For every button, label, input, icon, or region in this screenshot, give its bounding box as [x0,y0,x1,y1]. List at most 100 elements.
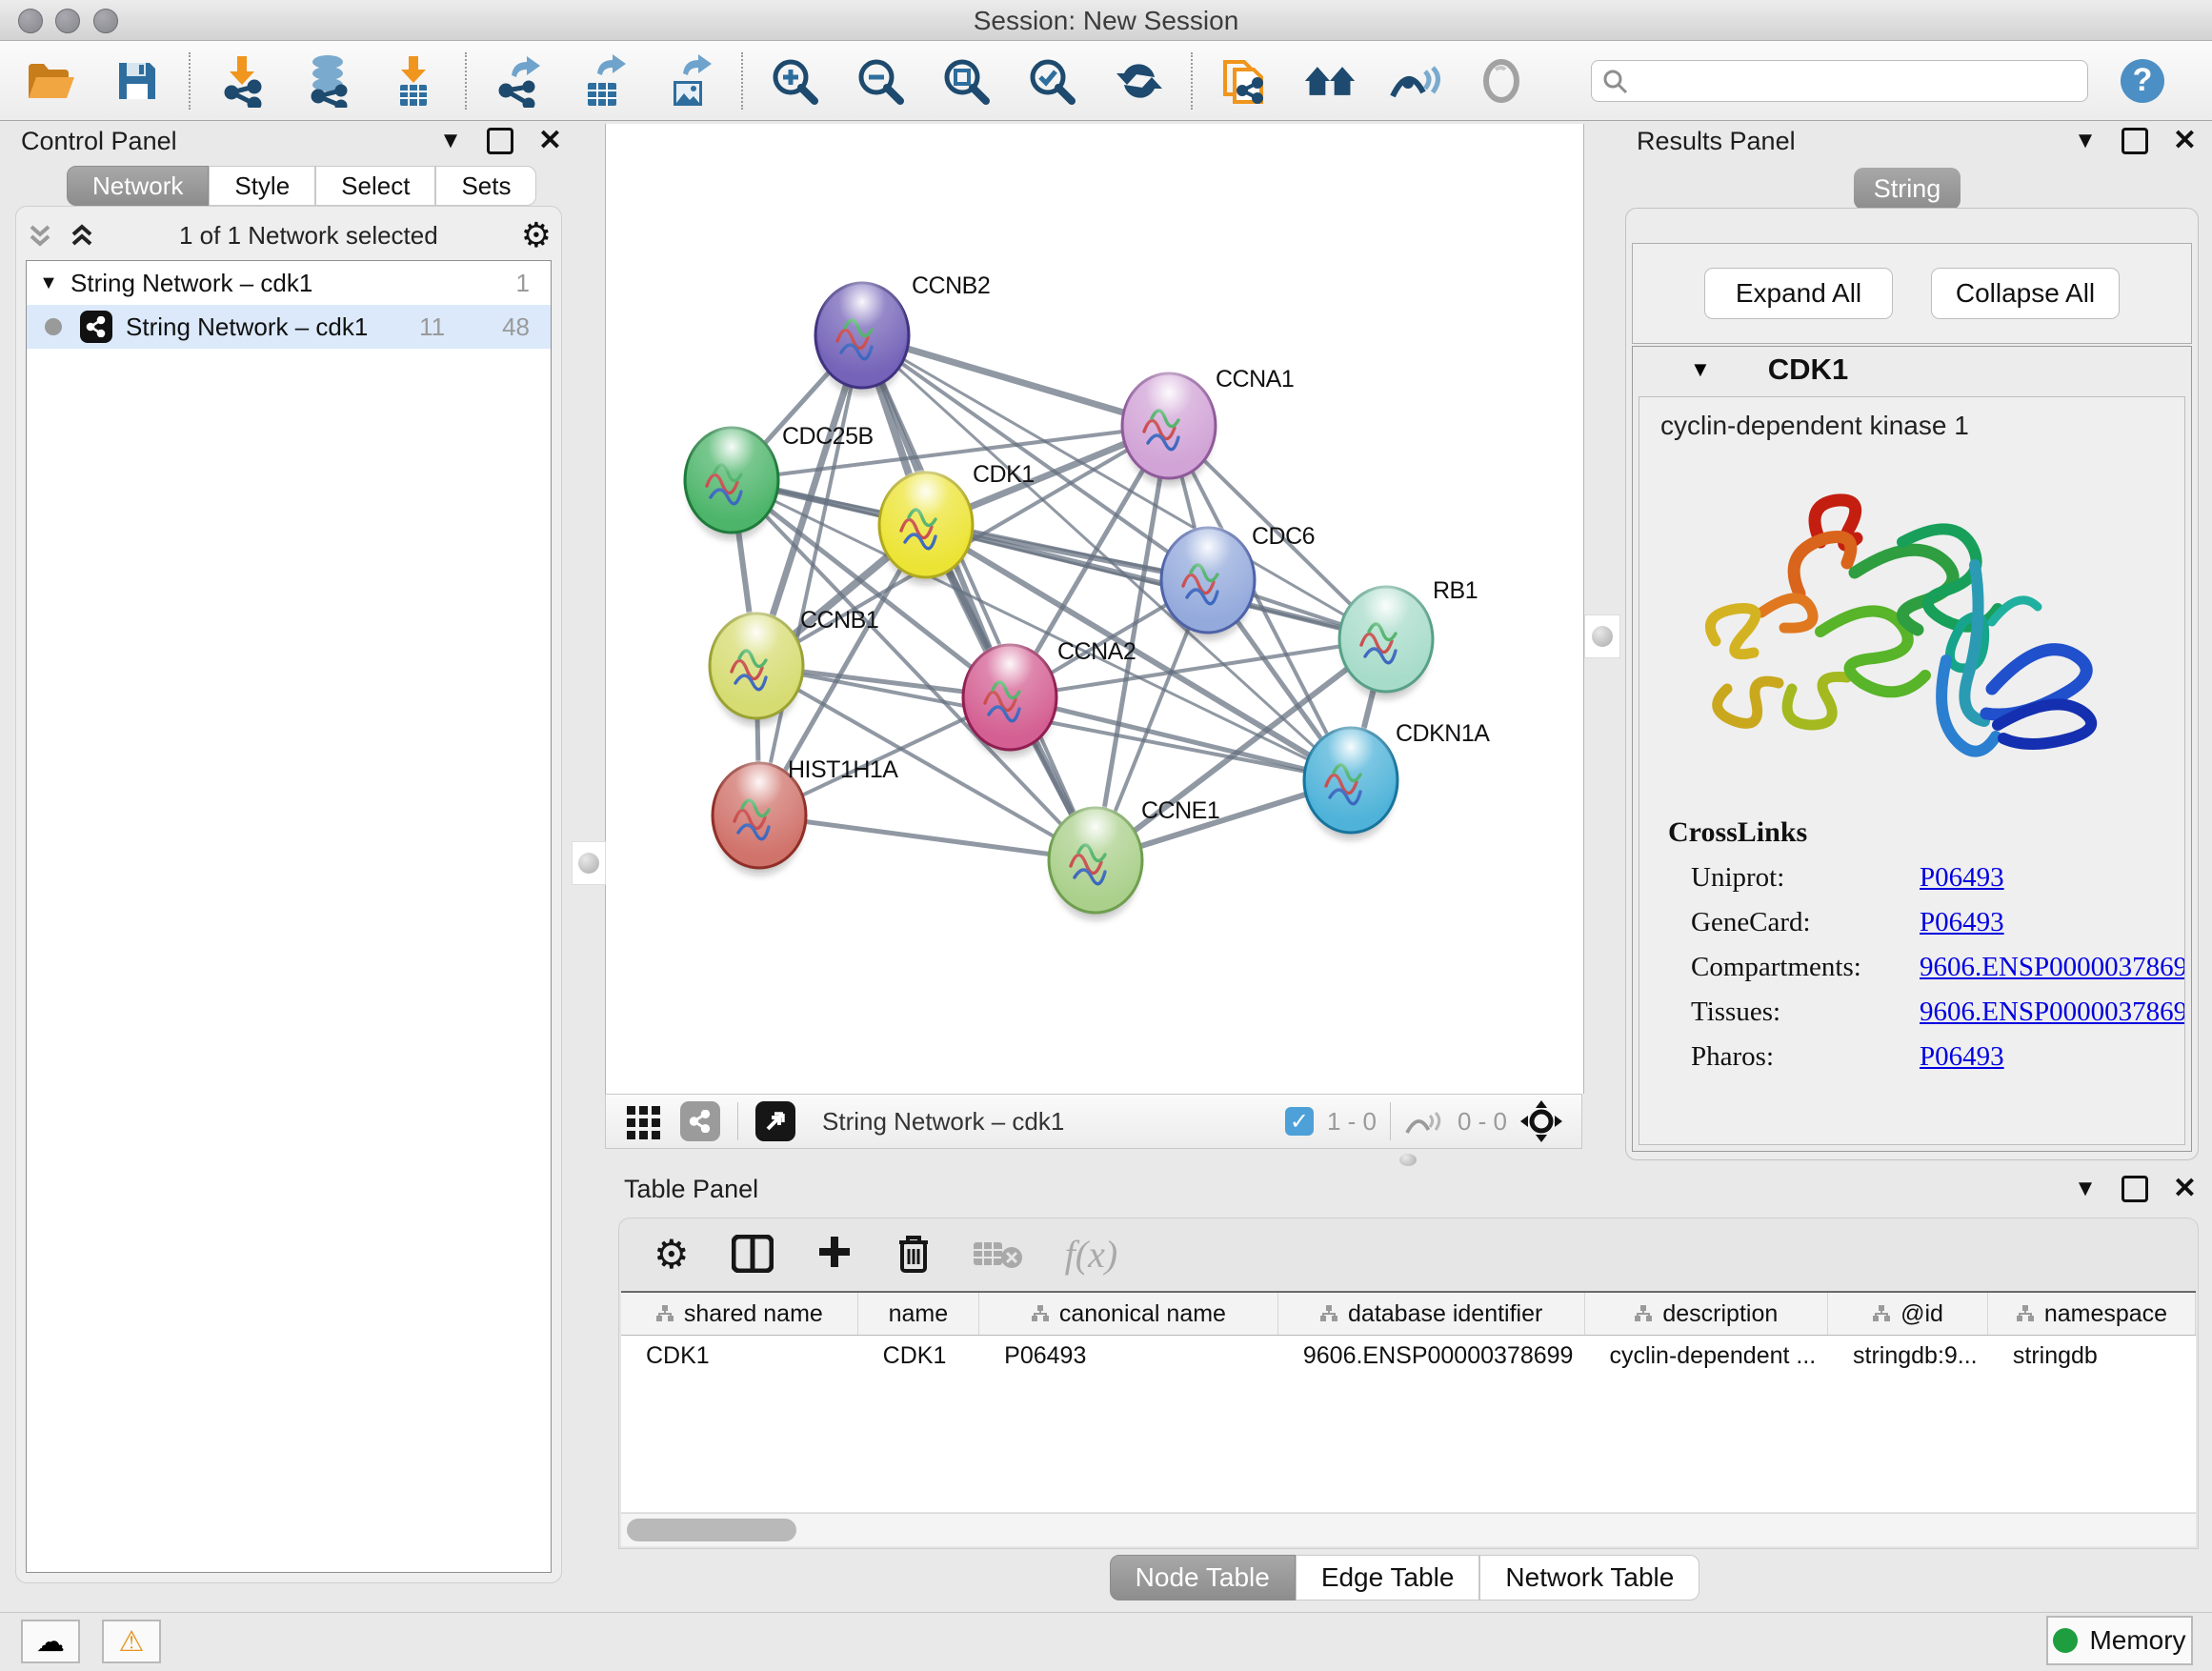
export-network-icon[interactable] [492,54,545,108]
delete-column-icon[interactable] [895,1233,932,1275]
panel-close-icon[interactable]: ✕ [2173,127,2197,155]
warnings-button[interactable]: ⚠ [102,1620,161,1663]
protein-section-expander-icon[interactable]: ▼ [1690,357,1711,382]
panel-close-icon[interactable]: ✕ [538,127,562,155]
home-icon[interactable] [1303,54,1357,108]
export-image-icon[interactable] [663,54,716,108]
network-view-title: String Network – cdk1 [822,1107,1064,1137]
import-network-database-icon[interactable] [301,54,354,108]
table-cell[interactable]: P06493 [979,1336,1278,1376]
scrollbar-thumb[interactable] [627,1519,796,1541]
node-label-CDKN1A: CDKN1A [1396,720,1490,747]
copy-style-icon[interactable] [1217,54,1271,108]
crosslink-label: Uniprot: [1668,862,1920,894]
tab-select[interactable]: Select [315,166,435,206]
string-view-icon[interactable] [680,1101,720,1141]
search-box[interactable] [1591,60,2088,102]
export-table-icon[interactable] [577,54,631,108]
table-cell[interactable]: cyclin-dependent ... [1584,1336,1828,1376]
hide-panels-eye-icon[interactable] [1389,54,1442,108]
tab-edge-table[interactable]: Edge Table [1296,1555,1480,1601]
left-splitter-handle[interactable] [572,841,606,885]
collection-count: 1 [516,269,551,298]
column-header-name[interactable]: name [858,1293,979,1335]
import-network-file-icon[interactable] [215,54,269,108]
control-panel-tabs: Network Style Select Sets [67,166,536,206]
selected-nodes-checkbox-icon[interactable]: ✓ [1285,1107,1314,1136]
zoom-selected-icon[interactable] [1025,54,1078,108]
network-node-RB1[interactable] [1339,584,1433,698]
table-cell[interactable]: CDK1 [621,1336,858,1376]
column-header-canonical-name[interactable]: canonical name [979,1293,1278,1335]
table-horizontal-scrollbar[interactable] [621,1513,2196,1546]
tab-sets[interactable]: Sets [435,166,536,206]
birds-eye-view-icon[interactable] [755,1101,795,1141]
network-edge-ccnb2-hist1h1a[interactable] [759,335,862,815]
protein-structure-image [1678,451,2116,794]
view-grid-icon[interactable] [625,1102,663,1140]
table-cell[interactable]: CDK1 [858,1336,979,1376]
zoom-in-icon[interactable] [768,54,821,108]
show-panels-eye-icon[interactable] [1475,54,1528,108]
bottom-splitter-handle[interactable] [1389,1152,1427,1167]
panel-menu-icon[interactable]: ▼ [2074,1178,2097,1200]
network-node-CCNE1[interactable] [1049,805,1142,919]
column-header-namespace[interactable]: namespace [1988,1293,2196,1335]
tab-string[interactable]: String [1854,168,1961,210]
panel-menu-icon[interactable]: ▼ [2074,130,2097,152]
panel-close-icon[interactable]: ✕ [2173,1175,2197,1203]
collapse-all-button[interactable]: Collapse All [1931,268,2120,319]
panel-float-icon[interactable] [2122,1176,2148,1202]
right-splitter-handle[interactable] [1584,614,1620,658]
table-cell[interactable]: stringdb:9... [1828,1336,1988,1376]
search-input[interactable] [1628,65,2078,96]
network-node-CDC25B[interactable] [685,425,778,539]
column-header-description[interactable]: description [1585,1293,1829,1335]
tab-style[interactable]: Style [209,166,315,206]
tab-node-table[interactable]: Node Table [1110,1555,1296,1601]
column-header-shared-name[interactable]: shared name [621,1293,858,1335]
network-node-CCNB2[interactable] [815,280,909,394]
hidden-eye-slash-icon[interactable] [1404,1105,1444,1137]
add-column-icon[interactable] [815,1235,854,1273]
table-options-gear-icon[interactable]: ⚙ [654,1231,690,1278]
network-options-gear-icon[interactable]: ⚙ [521,218,552,252]
table-cell[interactable]: 9606.ENSP00000378699 [1278,1336,1585,1376]
panel-float-icon[interactable] [487,128,513,154]
crosslink-compartments-link[interactable]: 9606.ENSP00000378699 [1920,952,2185,983]
tab-network[interactable]: Network [67,166,209,206]
column-header--id[interactable]: @id [1828,1293,1988,1335]
tab-network-table[interactable]: Network Table [1479,1555,1699,1601]
crosslink-pharos-link[interactable]: P06493 [1920,1041,2004,1073]
import-table-icon[interactable] [387,54,440,108]
open-file-icon[interactable] [25,54,78,108]
panel-menu-icon[interactable]: ▼ [439,130,462,152]
node-label-CDC6: CDC6 [1252,523,1315,550]
column-header-database-identifier[interactable]: database identifier [1278,1293,1585,1335]
table-cell[interactable]: stringdb [1988,1336,2196,1376]
network-row-selected[interactable]: String Network – cdk1 11 48 [27,305,551,349]
network-collection-row[interactable]: ▼ String Network – cdk1 1 [27,261,551,305]
tree-expander-icon[interactable]: ▼ [27,272,70,294]
show-columns-icon[interactable] [732,1235,774,1273]
crosslink-uniprot-link[interactable]: P06493 [1920,862,2004,894]
zoom-out-icon[interactable] [854,54,907,108]
cloud-status-button[interactable]: ☁ [21,1620,80,1663]
save-session-icon[interactable] [111,54,164,108]
fit-selection-crosshair-icon[interactable] [1520,1100,1562,1142]
network-view-canvas[interactable]: CCNB2CCNA1CDC25BCDK1CDC6RB1CCNB1CCNA2CDK… [605,124,1584,1094]
memory-button[interactable]: Memory [2046,1616,2193,1665]
network-edge-hist1h1a-ccne1[interactable] [759,815,1096,860]
collapse-all-networks-icon[interactable] [26,221,54,250]
expand-all-networks-icon[interactable] [68,221,96,250]
help-icon[interactable]: ? [2121,59,2164,103]
crosslink-genecard-link[interactable]: P06493 [1920,907,2004,938]
network-node-CCNA1[interactable] [1122,371,1216,485]
crosslink-tissues-link[interactable]: 9606.ENSP00000378699 [1920,997,2185,1028]
zoom-fit-icon[interactable] [939,54,993,108]
expand-all-button[interactable]: Expand All [1704,268,1893,319]
panel-float-icon[interactable] [2122,128,2148,154]
network-node-CDKN1A[interactable] [1304,725,1398,839]
network-node-CCNB1[interactable] [710,611,803,725]
refresh-icon[interactable] [1113,54,1166,108]
